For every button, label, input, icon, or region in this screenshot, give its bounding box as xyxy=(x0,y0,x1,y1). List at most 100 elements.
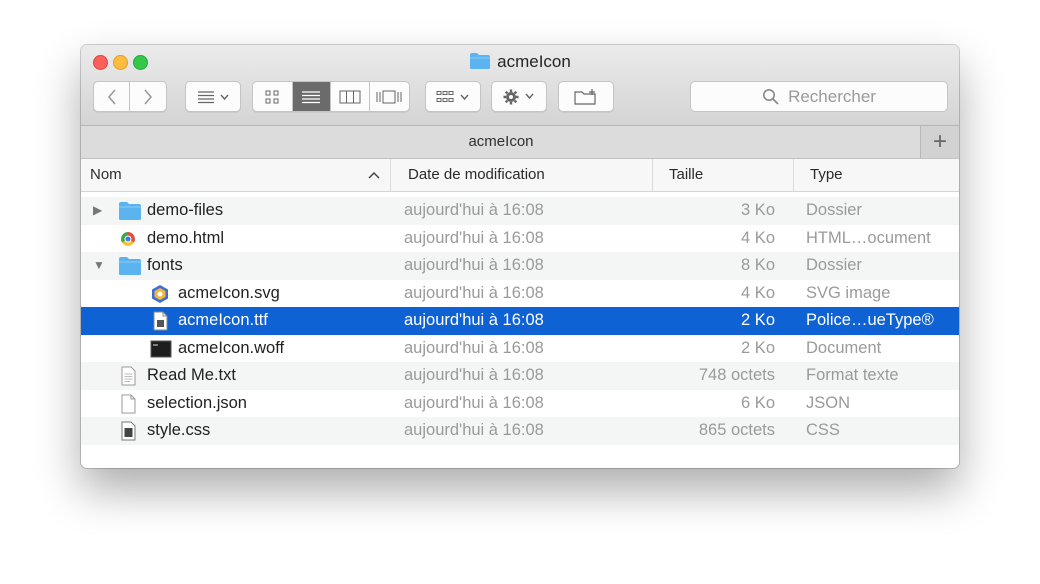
css-file-icon xyxy=(118,421,138,441)
disclosure-expanded-icon[interactable]: ▼ xyxy=(93,258,105,272)
blank-file-icon xyxy=(118,394,138,414)
file-size: 865 octets xyxy=(698,421,775,439)
terminal-file-icon xyxy=(150,339,172,359)
cover-flow-button[interactable] xyxy=(370,82,409,111)
file-date: aujourd'hui à 16:08 xyxy=(404,393,544,412)
chevron-left-icon xyxy=(107,88,116,105)
file-type: Format texte xyxy=(806,366,899,384)
finder-window: acmeIcon Rechercher acmeIcon + Nom Date … xyxy=(81,45,959,468)
file-date: aujourd'hui à 16:08 xyxy=(404,201,544,219)
folder-icon xyxy=(118,201,141,221)
text-file-icon xyxy=(118,366,138,386)
file-type: CSS xyxy=(806,421,840,439)
column-type-label: Type xyxy=(810,166,843,183)
column-type[interactable]: Type xyxy=(793,159,959,191)
file-type: SVG image xyxy=(806,283,891,302)
icon-view-button[interactable] xyxy=(253,82,293,111)
column-size-label: Taille xyxy=(669,166,704,183)
file-name: fonts xyxy=(147,256,183,274)
file-row[interactable]: ▶ demo-files aujourd'hui à 16:08 3 Ko Dossie… xyxy=(81,197,959,225)
folder-icon xyxy=(118,256,141,276)
list-view-button[interactable] xyxy=(292,82,332,111)
file-size: 6 Ko xyxy=(741,393,775,412)
file-date: aujourd'hui à 16:08 xyxy=(404,338,544,357)
file-size: 4 Ko xyxy=(741,283,775,302)
column-name-label: Nom xyxy=(90,166,122,183)
arrange-button[interactable] xyxy=(185,81,241,112)
file-size: 8 Ko xyxy=(741,256,775,274)
file-type: HTML…ocument xyxy=(806,228,931,247)
file-row[interactable]: acmeIcon.ttf aujourd'hui à 16:08 2 Ko Polic… xyxy=(81,307,959,335)
file-row[interactable]: acmeIcon.svg aujourd'hui à 16:08 4 Ko SVG i… xyxy=(81,280,959,308)
grid-icon xyxy=(265,90,279,103)
sort-ascending-icon xyxy=(368,171,380,179)
file-name: Read Me.txt xyxy=(147,366,236,384)
file-date: aujourd'hui à 16:08 xyxy=(404,366,544,384)
file-date: aujourd'hui à 16:08 xyxy=(404,228,544,247)
file-name: acmeIcon.svg xyxy=(178,283,280,302)
cover-flow-icon xyxy=(376,90,402,103)
tab-acmeicon[interactable]: acmeIcon xyxy=(81,133,921,150)
search-field[interactable]: Rechercher xyxy=(690,81,948,112)
new-folder-icon xyxy=(574,88,596,105)
file-type: Dossier xyxy=(806,201,862,219)
file-name: demo-files xyxy=(147,201,224,219)
column-name[interactable]: Nom xyxy=(90,159,390,191)
action-button[interactable] xyxy=(491,81,547,112)
file-row[interactable]: demo.html aujourd'hui à 16:08 4 Ko HTML…ocu… xyxy=(81,225,959,253)
file-size: 748 octets xyxy=(698,366,775,384)
svg-file-icon xyxy=(150,284,170,304)
forward-button[interactable] xyxy=(130,82,166,111)
back-button[interactable] xyxy=(94,82,131,111)
new-folder-button[interactable] xyxy=(558,81,614,112)
html-file-icon xyxy=(118,229,138,249)
window-title-text: acmeIcon xyxy=(497,52,571,71)
window-title: acmeIcon xyxy=(81,52,959,72)
disclosure-collapsed-icon[interactable]: ▶ xyxy=(93,203,102,217)
file-type: Dossier xyxy=(806,256,862,274)
file-name: acmeIcon.woff xyxy=(178,338,285,357)
file-row[interactable]: acmeIcon.woff aujourd'hui à 16:08 2 Ko Docu… xyxy=(81,335,959,363)
file-row[interactable]: ▼ fonts aujourd'hui à 16:08 8 Ko Dossier xyxy=(81,252,959,280)
tab-bar: acmeIcon + xyxy=(81,126,959,159)
file-row[interactable]: selection.json aujourd'hui à 16:08 6 Ko JSO… xyxy=(81,390,959,418)
file-date: aujourd'hui à 16:08 xyxy=(404,256,544,274)
file-name: style.css xyxy=(147,421,211,439)
column-view-button[interactable] xyxy=(331,82,370,111)
file-type: JSON xyxy=(806,393,851,412)
column-header: Nom Date de modification Taille Type xyxy=(81,159,959,192)
search-icon xyxy=(763,88,779,105)
file-type: Document xyxy=(806,338,882,357)
file-list: ▶ demo-files aujourd'hui à 16:08 3 Ko Dossie… xyxy=(81,197,959,445)
file-row[interactable]: Read Me.txt aujourd'hui à 16:08 748 octets… xyxy=(81,362,959,390)
file-size: 3 Ko xyxy=(741,201,775,219)
file-date: aujourd'hui à 16:08 xyxy=(404,283,544,302)
font-file-icon xyxy=(150,311,170,331)
file-name: acmeIcon.ttf xyxy=(178,311,268,329)
file-date: aujourd'hui à 16:08 xyxy=(404,421,544,439)
column-date[interactable]: Date de modification xyxy=(390,159,652,191)
file-size: 2 Ko xyxy=(741,311,775,329)
search-placeholder: Rechercher xyxy=(788,86,876,106)
gear-icon xyxy=(503,89,534,104)
group-button[interactable] xyxy=(425,81,481,112)
view-mode-control xyxy=(252,81,410,112)
column-size[interactable]: Taille xyxy=(652,159,793,191)
file-date: aujourd'hui à 16:08 xyxy=(404,311,544,329)
file-row[interactable]: style.css aujourd'hui à 16:08 865 octets CS… xyxy=(81,417,959,445)
nav-buttons xyxy=(93,81,167,112)
file-name: demo.html xyxy=(147,228,225,247)
file-size: 4 Ko xyxy=(741,228,775,247)
chevron-right-icon xyxy=(144,88,153,105)
file-name: selection.json xyxy=(147,393,247,412)
new-tab-button[interactable]: + xyxy=(920,126,959,158)
group-grid-icon xyxy=(436,90,469,102)
file-type: Police…ueType® xyxy=(806,311,934,329)
titlebar: acmeIcon Rechercher xyxy=(81,45,959,126)
column-date-label: Date de modification xyxy=(408,166,545,183)
columns-icon xyxy=(339,90,361,103)
list-icon xyxy=(302,90,321,103)
file-size: 2 Ko xyxy=(741,338,775,357)
list-arrange-icon xyxy=(198,90,229,103)
folder-icon xyxy=(470,53,491,69)
